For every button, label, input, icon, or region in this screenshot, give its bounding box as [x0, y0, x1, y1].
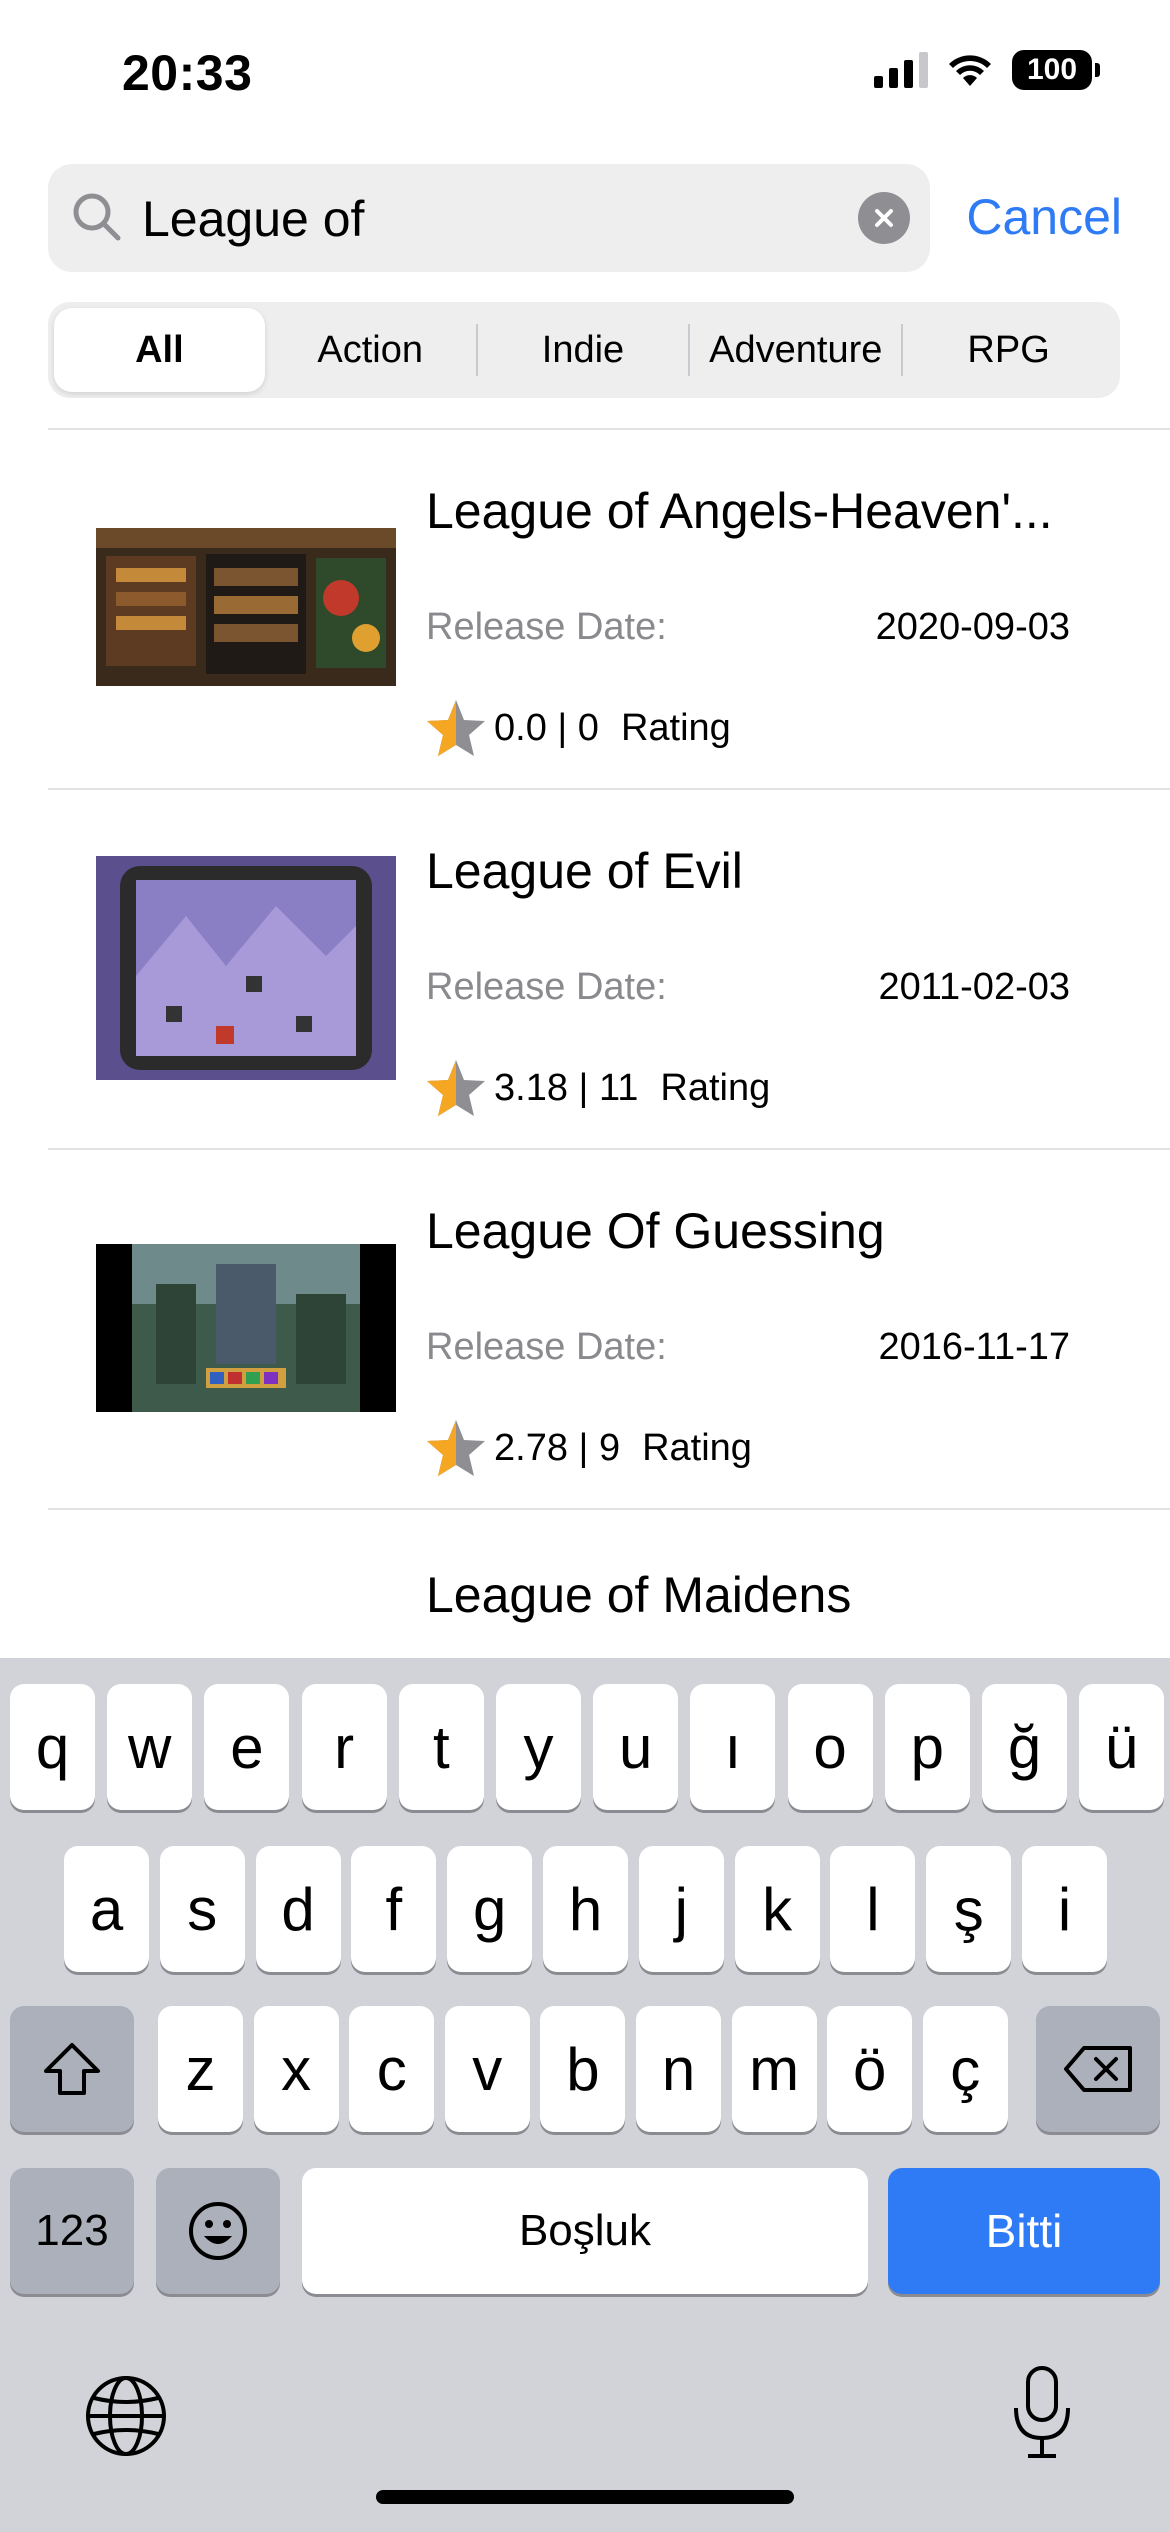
- key[interactable]: u: [593, 1684, 679, 1810]
- key[interactable]: p: [884, 1684, 970, 1810]
- search-icon: [73, 193, 121, 241]
- key[interactable]: r: [301, 1684, 387, 1810]
- rating-label: Rating: [620, 706, 731, 749]
- key[interactable]: k: [734, 1846, 820, 1972]
- key[interactable]: l: [830, 1846, 916, 1972]
- tab-rpg[interactable]: RPG: [903, 308, 1114, 392]
- star-icon: [427, 1420, 485, 1476]
- key[interactable]: ı: [690, 1684, 776, 1810]
- search-results-list: League of Angels-Heaven'... Release Date…: [48, 430, 1170, 1510]
- list-item[interactable]: League of Angels-Heaven'... Release Date…: [48, 430, 1170, 790]
- home-indicator: [376, 2490, 794, 2504]
- key[interactable]: v: [444, 2006, 530, 2132]
- key[interactable]: s: [159, 1846, 245, 1972]
- search-row: Cancel: [48, 164, 1122, 272]
- done-key[interactable]: Bitti: [888, 2168, 1160, 2294]
- game-thumbnail: [96, 1244, 396, 1412]
- space-key[interactable]: Boşluk: [302, 2168, 868, 2294]
- microphone-icon[interactable]: [1010, 2364, 1074, 2460]
- globe-icon[interactable]: [84, 2374, 168, 2458]
- game-title: League of Angels-Heaven'...: [426, 483, 1053, 539]
- search-field[interactable]: [48, 164, 930, 272]
- status-time: 20:33: [122, 45, 253, 101]
- key[interactable]: ş: [926, 1846, 1012, 1972]
- game-title: League Of Guessing: [426, 1203, 885, 1259]
- key[interactable]: x: [253, 2006, 339, 2132]
- key[interactable]: g: [447, 1846, 533, 1972]
- star-icon: [427, 700, 485, 756]
- tab-indie[interactable]: Indie: [478, 308, 689, 392]
- key[interactable]: b: [540, 2006, 626, 2132]
- rating-score: 0.0 | 0: [494, 706, 599, 749]
- emoji-icon: [189, 2202, 247, 2260]
- shift-icon: [44, 2043, 100, 2095]
- key[interactable]: z: [158, 2006, 243, 2132]
- key[interactable]: ö: [827, 2006, 913, 2132]
- key[interactable]: f: [351, 1846, 437, 1972]
- wifi-icon: [949, 55, 991, 86]
- list-item[interactable]: League of Evil Release Date: 2011-02-03 …: [48, 790, 1170, 1150]
- delete-key[interactable]: [1036, 2006, 1160, 2132]
- key[interactable]: c: [349, 2006, 435, 2132]
- rating-label: Rating: [642, 1426, 752, 1469]
- key[interactable]: n: [636, 2006, 721, 2132]
- release-date-value: 2020-09-03: [875, 606, 1070, 648]
- shift-key[interactable]: [10, 2006, 134, 2132]
- key[interactable]: h: [543, 1846, 628, 1972]
- key[interactable]: d: [255, 1846, 341, 1972]
- status-icons: 100: [874, 50, 1100, 90]
- key[interactable]: ç: [922, 2006, 1008, 2132]
- search-input[interactable]: [142, 190, 882, 248]
- release-date-label: Release Date:: [426, 1326, 667, 1368]
- list-item[interactable]: League Of Guessing Release Date: 2016-11…: [48, 1150, 1170, 1510]
- key[interactable]: q: [10, 1684, 95, 1810]
- key[interactable]: j: [638, 1846, 724, 1972]
- rating: 0.0 | 0 Rating: [424, 696, 731, 760]
- game-title-partial[interactable]: League of Maidens: [426, 1566, 851, 1624]
- cancel-button[interactable]: Cancel: [966, 188, 1122, 246]
- game-thumbnail: [96, 528, 396, 686]
- rating-label: Rating: [660, 1066, 771, 1109]
- status-bar: 20:33 100: [0, 0, 1170, 150]
- release-date-label: Release Date:: [426, 966, 667, 1008]
- game-thumbnail: [96, 856, 396, 1080]
- key[interactable]: m: [731, 2006, 817, 2132]
- cellular-signal-icon: [874, 52, 928, 88]
- backspace-icon: [1064, 2046, 1132, 2092]
- release-date-value: 2016-11-17: [878, 1326, 1070, 1368]
- key[interactable]: o: [787, 1684, 873, 1810]
- key[interactable]: y: [496, 1684, 581, 1810]
- rating: 3.18 | 11 Rating: [424, 1056, 770, 1120]
- tab-adventure[interactable]: Adventure: [690, 308, 901, 392]
- rating: 2.78 | 9 Rating: [424, 1416, 752, 1480]
- key[interactable]: e: [204, 1684, 290, 1810]
- emoji-key[interactable]: [156, 2168, 280, 2294]
- clear-search-icon[interactable]: [858, 192, 910, 244]
- release-date-label: Release Date:: [426, 606, 667, 648]
- tab-action[interactable]: Action: [265, 308, 476, 392]
- category-filter: All Action Indie Adventure RPG: [48, 302, 1120, 398]
- key[interactable]: ü: [1079, 1684, 1165, 1810]
- battery-level: 100: [1026, 53, 1078, 86]
- rating-score: 2.78 | 9: [494, 1426, 621, 1469]
- key[interactable]: i: [1022, 1846, 1107, 1972]
- key[interactable]: w: [107, 1684, 193, 1810]
- key[interactable]: a: [64, 1846, 149, 1972]
- star-icon: [427, 1060, 485, 1116]
- key[interactable]: ğ: [982, 1684, 1067, 1810]
- battery-icon: 100: [1012, 50, 1100, 90]
- tab-all[interactable]: All: [54, 308, 265, 392]
- numbers-key[interactable]: 123: [10, 2168, 134, 2294]
- game-title: League of Evil: [426, 843, 743, 899]
- release-date-value: 2011-02-03: [878, 966, 1070, 1008]
- rating-score: 3.18 | 11: [494, 1066, 639, 1109]
- key[interactable]: t: [398, 1684, 484, 1810]
